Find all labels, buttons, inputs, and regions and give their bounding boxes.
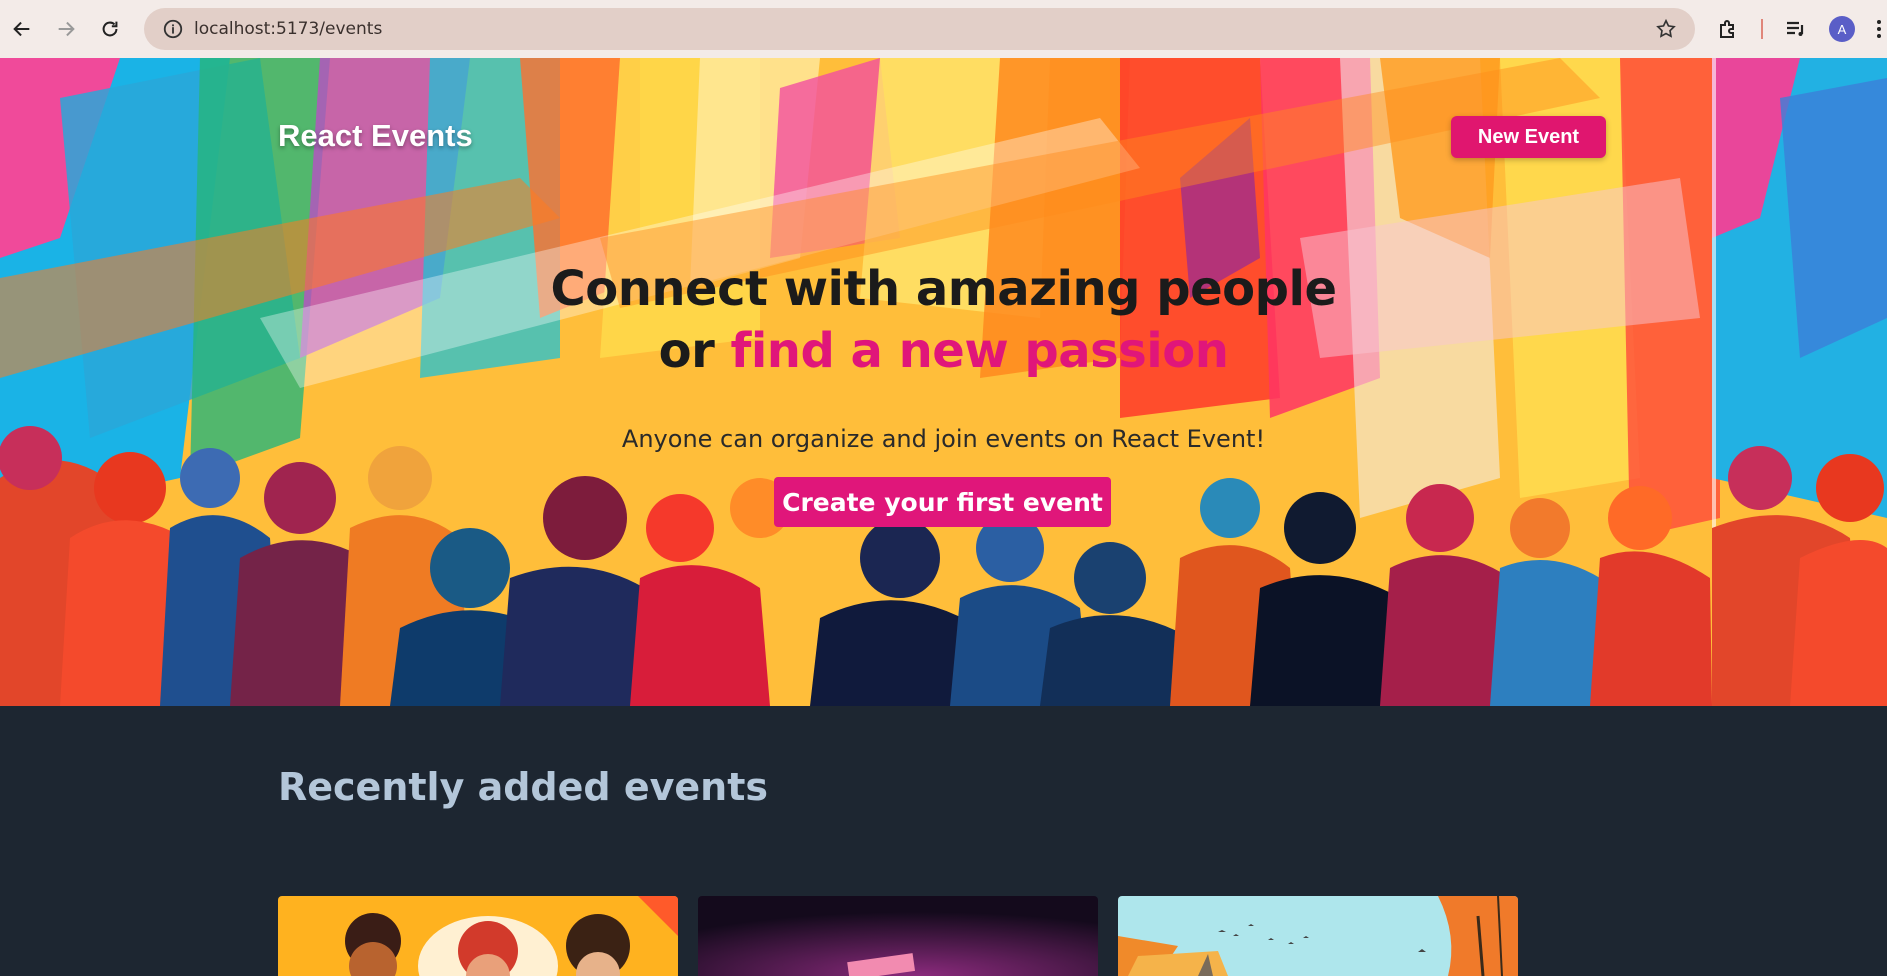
toolbar-separator — [1761, 19, 1763, 39]
media-controls-icon[interactable] — [1783, 16, 1809, 42]
forward-icon — [58, 21, 75, 37]
hero-headline-line2: or find a new passion — [0, 323, 1887, 379]
site-info-icon[interactable] — [152, 8, 194, 50]
back-button[interactable] — [0, 7, 44, 51]
hero-headline-line1: Connect with amazing people — [550, 261, 1337, 317]
headline-accent-text: find a new passion — [730, 323, 1229, 379]
address-bar[interactable]: localhost:5173/events — [144, 8, 1695, 50]
create-first-event-button[interactable]: Create your first event — [774, 477, 1111, 527]
reload-button[interactable] — [88, 7, 132, 51]
event-card-image[interactable] — [1118, 896, 1518, 976]
event-card-image[interactable] — [698, 896, 1098, 976]
brand-logo-text[interactable]: React Events — [278, 118, 473, 154]
extensions-icon[interactable] — [1715, 16, 1741, 42]
browser-menu-icon[interactable] — [1875, 20, 1883, 38]
forward-button[interactable] — [44, 7, 88, 51]
browser-actions: A — [1715, 0, 1887, 58]
new-event-button[interactable]: New Event — [1451, 116, 1606, 158]
recent-events-title: Recently added events — [278, 765, 768, 809]
event-card-image[interactable] — [278, 896, 678, 976]
headline-or-text: or — [658, 323, 731, 379]
profile-avatar[interactable]: A — [1829, 16, 1855, 42]
reload-icon — [102, 21, 118, 37]
hero-section: React Events New Event Connect with amaz… — [0, 58, 1887, 706]
back-icon — [13, 21, 30, 37]
bookmark-star-icon[interactable] — [1655, 18, 1677, 40]
browser-toolbar: localhost:5173/events A — [0, 0, 1887, 58]
hero-subtitle: Anyone can organize and join events on R… — [621, 425, 1266, 453]
url-text[interactable]: localhost:5173/events — [194, 19, 382, 39]
